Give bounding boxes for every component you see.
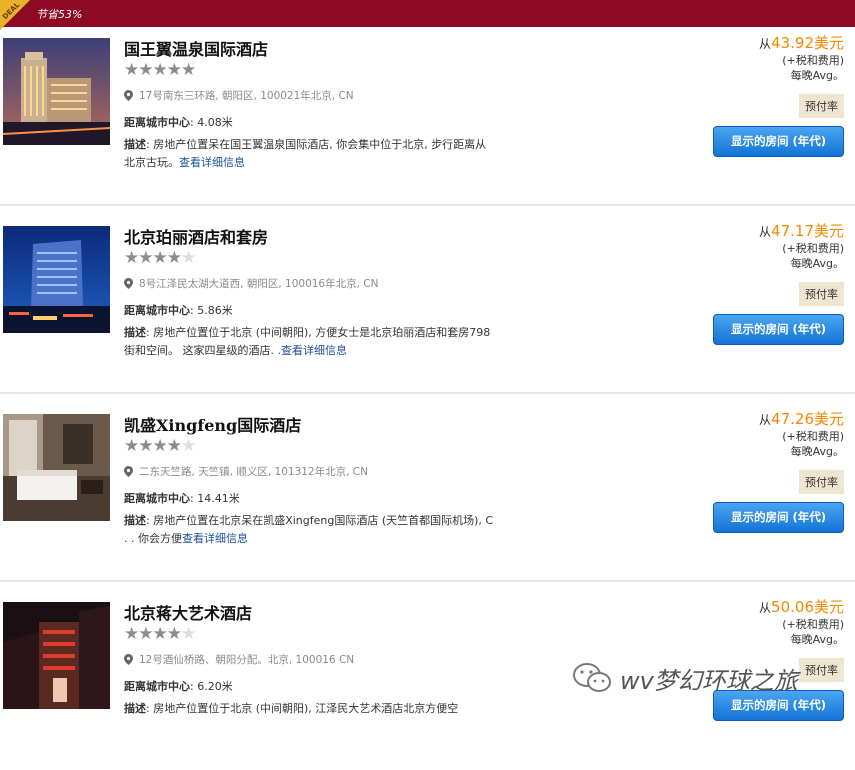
- hotel-photo[interactable]: [3, 414, 110, 521]
- rating-stars: ★★★★★: [124, 436, 196, 456]
- price-block: 从50.06美元 (+税和费用) 每晚Avg。: [759, 598, 844, 646]
- view-details-link[interactable]: 查看详细信息: [281, 344, 347, 357]
- deal-badge: DEAL: [0, 0, 30, 30]
- hotel-address: 12号酒仙桥路、朝阳分配。北京, 100016 CN: [124, 652, 354, 667]
- divider: [0, 392, 855, 394]
- hotel-description: 描述: 房地产位置在北京呆在凯盛Xingfeng国际酒店 (天竺首都国际机场),…: [124, 514, 494, 545]
- hotel-address: 17号南东三环路, 朝阳区, 100021年北京, CN: [124, 88, 354, 103]
- prepay-badge: 预付率: [799, 282, 844, 306]
- hotel-name[interactable]: 北京珀丽酒店和套房: [124, 224, 268, 248]
- divider: [0, 580, 855, 582]
- show-rooms-button[interactable]: 显示的房间 (年代): [713, 126, 844, 157]
- deal-bar: DEAL 节省53%: [0, 0, 855, 30]
- distance-to-center: 距离城市中心: 6.20米: [124, 680, 233, 693]
- price-block: 从47.26美元 (+税和费用) 每晚Avg。: [759, 410, 844, 458]
- hotel-photo[interactable]: [3, 602, 110, 709]
- show-rooms-button[interactable]: 显示的房间 (年代): [713, 314, 844, 345]
- location-pin-icon: [124, 278, 133, 289]
- rating-stars: ★★★★★: [124, 60, 196, 80]
- hotel-card: 凯盛Xingfeng国际酒店 ★★★★★ 二东天竺路, 天竺镇, 顺义区, 10…: [0, 404, 855, 582]
- rating-stars: ★★★★★: [124, 248, 196, 268]
- price-block: 从47.17美元 (+税和费用) 每晚Avg。: [759, 222, 844, 270]
- hotel-description: 描述: 房地产位置位于北京 (中间朝阳), 江泽民大艺术酒店北京方便空: [124, 702, 459, 715]
- view-details-link[interactable]: 查看详细信息: [182, 532, 248, 545]
- hotel-name[interactable]: 凯盛Xingfeng国际酒店: [124, 412, 301, 436]
- rating-stars: ★★★★★: [124, 624, 196, 644]
- hotel-description: 描述: 房地产位置位于北京 (中间朝阳), 方便女士是北京珀丽酒店和套房798街…: [124, 326, 491, 357]
- wechat-icon: [573, 663, 611, 692]
- hotel-description: 描述: 房地产位置呆在国王翼温泉国际酒店, 你会集中位于北京, 步行距离从北京古…: [124, 138, 487, 169]
- location-pin-icon: [124, 654, 133, 665]
- price-amount: 47.26美元: [771, 410, 844, 428]
- price-amount: 43.92美元: [771, 34, 844, 52]
- prepay-badge: 预付率: [799, 658, 844, 682]
- show-rooms-button[interactable]: 显示的房间 (年代): [713, 502, 844, 533]
- hotel-photo[interactable]: [3, 226, 110, 333]
- view-details-link[interactable]: 查看详细信息: [179, 156, 245, 169]
- price-block: 从43.92美元 (+税和费用) 每晚Avg。: [759, 34, 844, 82]
- divider: [0, 204, 855, 206]
- prepay-badge: 预付率: [799, 470, 844, 494]
- hotel-name[interactable]: 北京蒋大艺术酒店: [124, 600, 252, 624]
- hotel-address: 8号江泽民太湖大道西, 朝阳区, 100016年北京, CN: [124, 276, 378, 291]
- location-pin-icon: [124, 90, 133, 101]
- hotel-photo[interactable]: [3, 38, 110, 145]
- hotel-card: 国王翼温泉国际酒店 ★★★★★ 17号南东三环路, 朝阳区, 100021年北京…: [0, 28, 855, 206]
- hotel-name[interactable]: 国王翼温泉国际酒店: [124, 36, 268, 60]
- price-amount: 50.06美元: [771, 598, 844, 616]
- watermark: wv梦幻环球之旅: [572, 656, 798, 700]
- price-amount: 47.17美元: [771, 222, 844, 240]
- distance-to-center: 距离城市中心: 4.08米: [124, 116, 233, 129]
- distance-to-center: 距离城市中心: 5.86米: [124, 304, 233, 317]
- deal-savings-text: 节省53%: [36, 8, 83, 21]
- distance-to-center: 距离城市中心: 14.41米: [124, 492, 240, 505]
- prepay-badge: 预付率: [799, 94, 844, 118]
- hotel-address: 二东天竺路, 天竺镇, 顺义区, 101312年北京, CN: [124, 464, 368, 479]
- hotel-card: 北京珀丽酒店和套房 ★★★★★ 8号江泽民太湖大道西, 朝阳区, 100016年…: [0, 216, 855, 394]
- location-pin-icon: [124, 466, 133, 477]
